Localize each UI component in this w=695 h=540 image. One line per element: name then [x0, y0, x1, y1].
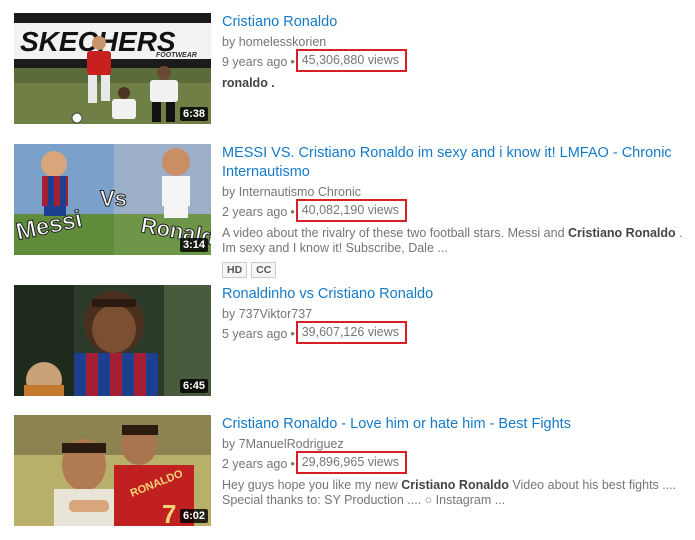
video-stats: 9 years ago • 45,306,880 views	[222, 49, 687, 74]
video-byline: by homelesskorien	[222, 35, 687, 49]
video-stats: 5 years ago • 39,607,126 views	[222, 321, 687, 346]
video-thumbnail[interactable]: Messi Vs Ronaldo 3:14	[14, 144, 211, 255]
byline-prefix: by	[222, 437, 236, 451]
video-thumbnail[interactable]: RONALDO 7 6:02	[14, 415, 211, 526]
upload-age: 2 years ago	[222, 205, 288, 219]
thumb-vs-text: Vs	[100, 186, 127, 211]
hd-badge: HD	[222, 262, 248, 278]
byline-prefix: by	[222, 35, 236, 49]
separator-dot: •	[290, 205, 295, 219]
thumb-shirt-number: 7	[162, 499, 176, 526]
separator-dot: •	[290, 457, 295, 471]
thumb-banner-subtext: FOOTWEAR	[156, 52, 197, 59]
video-info: Cristiano Ronaldo by homelesskorien 9 ye…	[222, 13, 687, 91]
video-description: ronaldo .	[222, 76, 687, 91]
video-info: MESSI VS. Cristiano Ronaldo im sexy and …	[222, 144, 687, 278]
description-text: Hey guys hope you like my new	[222, 478, 402, 492]
video-byline: by 7ManuelRodriguez	[222, 437, 687, 451]
separator-dot: •	[290, 55, 295, 69]
channel-link[interactable]: 737Viktor737	[239, 307, 312, 321]
video-byline: by Internautismo Chronic	[222, 185, 687, 199]
video-duration: 3:14	[179, 238, 208, 252]
description-highlight: Cristiano Ronaldo	[568, 226, 676, 240]
view-count-highlighted: 45,306,880 views	[295, 49, 408, 72]
video-badges: HD CC	[222, 262, 687, 278]
video-title-link[interactable]: MESSI VS. Cristiano Ronaldo im sexy and …	[222, 144, 687, 182]
description-text: A video about the rivalry of these two f…	[222, 226, 569, 240]
video-duration: 6:45	[179, 379, 208, 393]
view-count-highlighted: 39,607,126 views	[295, 321, 408, 344]
byline-prefix: by	[222, 185, 236, 199]
video-duration: 6:02	[179, 509, 208, 523]
video-title-link[interactable]: Ronaldinho vs Cristiano Ronaldo	[222, 285, 687, 304]
byline-prefix: by	[222, 307, 236, 321]
video-duration: 6:38	[179, 107, 208, 121]
video-info: Ronaldinho vs Cristiano Ronaldo by 737Vi…	[222, 285, 687, 346]
view-count-highlighted: 40,082,190 views	[295, 199, 408, 222]
description-highlight: Cristiano Ronaldo	[401, 478, 509, 492]
video-thumbnail[interactable]: 6:45	[14, 285, 211, 396]
channel-link[interactable]: homelesskorien	[239, 35, 327, 49]
view-count-highlighted: 29,896,965 views	[295, 451, 408, 474]
upload-age: 5 years ago	[222, 327, 288, 341]
video-description: A video about the rivalry of these two f…	[222, 226, 687, 256]
upload-age: 9 years ago	[222, 55, 288, 69]
video-info: Cristiano Ronaldo - Love him or hate him…	[222, 415, 687, 508]
video-stats: 2 years ago • 40,082,190 views	[222, 199, 687, 224]
cc-badge: CC	[251, 262, 277, 278]
channel-link[interactable]: Internautismo Chronic	[239, 185, 361, 199]
video-thumbnail[interactable]: SKECHERS FOOTWEAR 6:38	[14, 13, 211, 124]
separator-dot: •	[290, 327, 295, 341]
upload-age: 2 years ago	[222, 457, 288, 471]
video-title-link[interactable]: Cristiano Ronaldo - Love him or hate him…	[222, 415, 687, 434]
video-title-link[interactable]: Cristiano Ronaldo	[222, 13, 687, 32]
video-stats: 2 years ago • 29,896,965 views	[222, 451, 687, 476]
video-description: Hey guys hope you like my new Cristiano …	[222, 478, 687, 508]
video-byline: by 737Viktor737	[222, 307, 687, 321]
description-text: ronaldo .	[222, 76, 275, 90]
channel-link[interactable]: 7ManuelRodriguez	[239, 437, 344, 451]
